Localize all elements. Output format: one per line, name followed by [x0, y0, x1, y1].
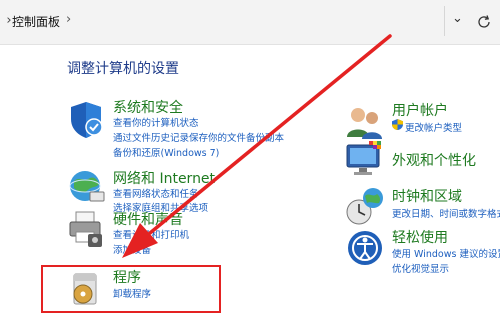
link-view-computer-status[interactable]: 查看你的计算机状态: [113, 115, 199, 129]
display-palette-icon[interactable]: [345, 139, 385, 179]
network-globe-icon[interactable]: [66, 166, 106, 206]
category-title-user-accounts[interactable]: 用户帐户: [392, 100, 448, 120]
clock-globe-icon[interactable]: [345, 186, 385, 226]
shield-icon[interactable]: [66, 100, 106, 140]
address-bar: › 控制面板 › ⌄: [0, 0, 500, 45]
chevron-right-icon[interactable]: ›: [66, 12, 71, 27]
category-title-appearance[interactable]: 外观和个性化: [392, 150, 476, 170]
category-title-network-internet[interactable]: 网络和 Internet: [113, 168, 215, 188]
uac-shield-icon: [392, 119, 403, 130]
printer-icon[interactable]: [66, 208, 106, 248]
link-optimize-visual-display[interactable]: 优化视觉显示: [392, 261, 449, 275]
ease-of-access-icon[interactable]: [345, 228, 385, 268]
category-title-clock-region[interactable]: 时钟和区域: [392, 186, 462, 206]
users-icon[interactable]: [345, 103, 385, 143]
link-change-date-time-format[interactable]: 更改日期、时间或数字格式: [392, 206, 500, 220]
page-title: 调整计算机的设置: [67, 61, 179, 77]
link-devices-printers[interactable]: 查看设备和打印机: [113, 227, 189, 241]
link-backup-restore[interactable]: 备份和还原(Windows 7): [113, 145, 219, 159]
link-network-status[interactable]: 查看网络状态和任务: [113, 186, 199, 200]
link-file-history[interactable]: 通过文件历史记录保存你的文件备份副本: [113, 130, 284, 144]
category-title-ease-of-access[interactable]: 轻松使用: [392, 227, 448, 247]
breadcrumb-control-panel[interactable]: 控制面板: [12, 13, 60, 30]
chevron-down-icon[interactable]: ⌄: [452, 11, 463, 26]
link-add-device[interactable]: 添加设备: [113, 242, 151, 256]
refresh-icon[interactable]: [474, 12, 494, 32]
highlight-box: [41, 265, 221, 313]
link-change-account-type[interactable]: 更改帐户类型: [405, 120, 462, 134]
category-title-system-security[interactable]: 系统和安全: [113, 97, 183, 117]
address-divider: [444, 6, 445, 36]
link-windows-recommended-settings[interactable]: 使用 Windows 建议的设置: [392, 246, 500, 260]
category-title-hardware-sound[interactable]: 硬件和声音: [113, 209, 183, 229]
